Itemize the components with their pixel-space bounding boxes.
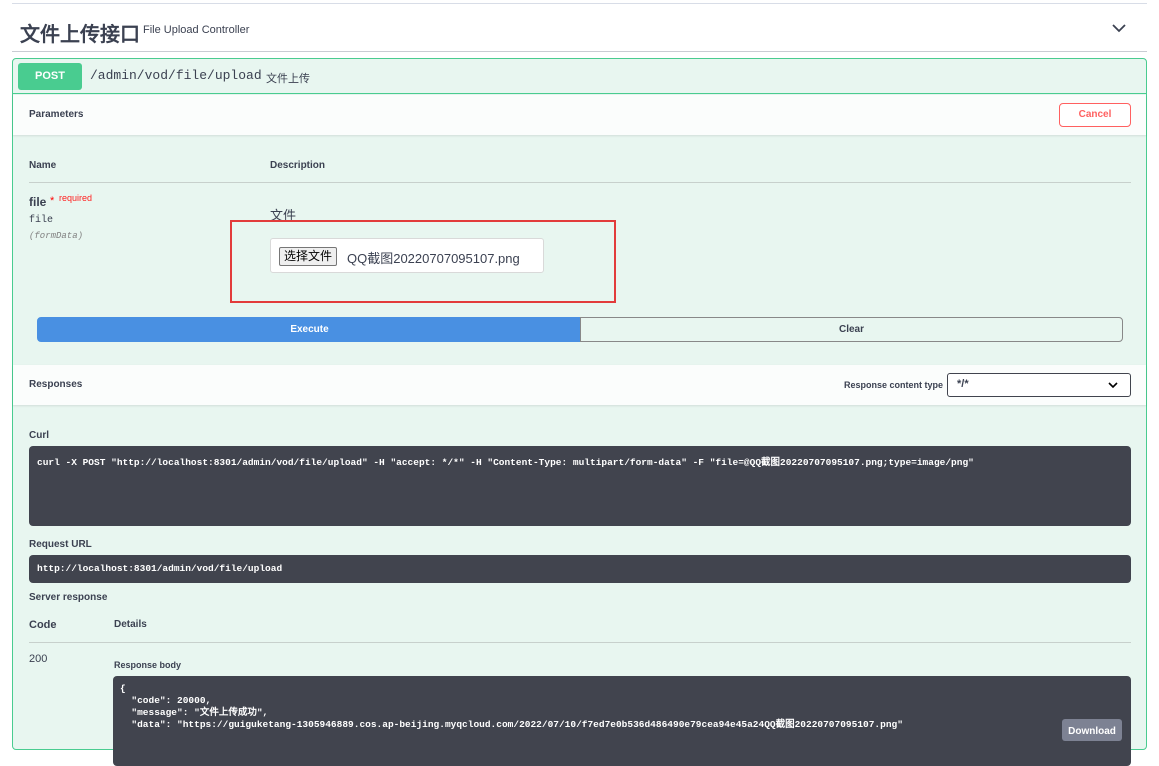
request-url: http://localhost:8301/admin/vod/file/upl…: [37, 563, 283, 574]
details-column-header: Details: [114, 619, 147, 630]
operation-summary[interactable]: POST /admin/vod/file/upload 文件上传: [13, 59, 1146, 94]
column-name-header: Name: [29, 160, 57, 171]
execute-button[interactable]: Execute: [37, 317, 582, 342]
param-location: (formData): [29, 231, 84, 241]
operation-path: /admin/vod/file/upload: [90, 68, 262, 83]
response-content-type-select[interactable]: */*: [947, 373, 1131, 397]
operation-summary-text: 文件上传: [266, 73, 310, 85]
response-content-type-label: Response content type: [844, 380, 944, 390]
response-body: { "code": 20000, "message": "文件上传成功", "d…: [120, 683, 903, 730]
tag-subtitle: File Upload Controller: [143, 24, 250, 36]
server-response-label: Server response: [29, 592, 108, 603]
chevron-down-icon: [1108, 382, 1118, 389]
response-code: 200: [29, 653, 48, 665]
method-badge: POST: [18, 63, 82, 90]
top-divider: [12, 3, 1147, 4]
responses-title: Responses: [29, 379, 83, 390]
curl-label: Curl: [29, 430, 49, 441]
operation-block: POST /admin/vod/file/upload 文件上传 Paramet…: [12, 58, 1147, 766]
tag-divider: [12, 51, 1147, 52]
required-star: *: [50, 195, 55, 207]
curl-block[interactable]: curl -X POST "http://localhost:8301/admi…: [29, 446, 1131, 526]
param-name: file: [29, 195, 47, 209]
download-button[interactable]: Download: [1062, 719, 1122, 741]
cancel-button[interactable]: Cancel: [1059, 103, 1131, 127]
parameters-title: Parameters: [29, 109, 84, 120]
tag-title[interactable]: 文件上传接口: [20, 18, 140, 47]
parameters-header: Parameters Cancel: [13, 95, 1146, 135]
response-body-label: Response body: [114, 660, 182, 670]
response-content-type-value: */*: [957, 378, 969, 390]
request-url-block[interactable]: http://localhost:8301/admin/vod/file/upl…: [29, 555, 1131, 583]
curl-command: curl -X POST "http://localhost:8301/admi…: [37, 457, 974, 468]
response-body-block[interactable]: { "code": 20000, "message": "文件上传成功", "d…: [113, 676, 1131, 766]
clear-button[interactable]: Clear: [580, 317, 1123, 342]
required-label: required: [59, 193, 93, 203]
code-column-header: Code: [29, 619, 57, 631]
param-type: file: [29, 215, 54, 226]
chevron-down-icon[interactable]: [1111, 22, 1127, 34]
column-description-header: Description: [270, 160, 326, 171]
request-url-label: Request URL: [29, 539, 92, 550]
highlight-box: [230, 220, 616, 303]
response-divider: [29, 642, 1131, 643]
parameters-divider: [29, 182, 1131, 183]
